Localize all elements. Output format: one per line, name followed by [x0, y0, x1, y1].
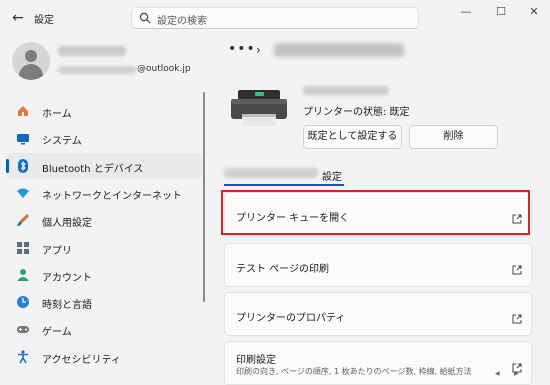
account-email-redacted [58, 66, 136, 74]
external-link-icon [512, 309, 522, 324]
window-title: 設定 [34, 15, 54, 26]
sidebar-item-label: 時刻と言語 [42, 300, 92, 312]
sidebar-item-system[interactable]: システム [6, 125, 202, 151]
system-icon [17, 134, 29, 145]
sidebar-scrollbar[interactable] [203, 92, 205, 302]
external-link-icon [512, 358, 522, 373]
active-indicator [6, 158, 9, 173]
account-name-redacted [58, 46, 126, 56]
sidebar-item-label: ゲーム [42, 327, 72, 339]
sidebar-item-apps[interactable]: アプリ [6, 235, 202, 261]
scroll-left-icon[interactable]: ◀ [495, 370, 500, 377]
card-label: 印刷設定 [236, 355, 276, 366]
sidebar-item-globe-clock[interactable]: 時刻と言語 [6, 289, 202, 315]
tab-settings[interactable]: 設定 [322, 168, 342, 183]
card-printer-properties[interactable]: プリンターのプロパティ [224, 292, 532, 336]
sidebar-item-account[interactable]: アカウント [6, 262, 202, 288]
card-printing-preferences[interactable]: 印刷設定 印刷の向き, ページの順序, 1 枚あたりのページ数, 枠線, 給紙方法 [224, 341, 532, 385]
sidebar-item-home[interactable]: ホーム [6, 98, 202, 124]
bluetooth-icon [18, 158, 28, 173]
breadcrumb-printer-name-redacted [274, 43, 404, 57]
tab-printer-name-redacted [224, 168, 318, 178]
printer-status: プリンターの状態: 既定 [303, 107, 410, 118]
sidebar-item-gamepad[interactable]: ゲーム [6, 316, 202, 342]
sidebar-item-label: 個人用設定 [42, 218, 92, 230]
sidebar-item-label: アプリ [42, 245, 72, 257]
home-icon [18, 106, 28, 116]
avatar[interactable] [12, 42, 50, 80]
back-arrow-icon[interactable]: ← [8, 8, 28, 28]
close-button[interactable]: ✕ [522, 5, 546, 19]
sidebar-item-label: アカウント [42, 272, 92, 284]
sidebar-item-label: ホーム [42, 109, 72, 120]
account-icon [17, 268, 29, 281]
printer-model-redacted [303, 86, 389, 95]
breadcrumb-overflow[interactable]: ••• [228, 41, 256, 57]
sidebar-item-label: システム [42, 136, 82, 148]
search-placeholder: 設定の検索 [157, 16, 207, 27]
sidebar-item-brush[interactable]: 個人用設定 [6, 207, 202, 233]
apps-icon [17, 241, 29, 254]
external-link-icon [512, 260, 522, 275]
title-bar: ← 設定 設定の検索 — ☐ ✕ [0, 0, 550, 36]
set-default-button[interactable]: 既定として設定する [303, 125, 402, 149]
maximize-button[interactable]: ☐ [489, 5, 513, 19]
sidebar-item-label: アクセシビリティ [42, 354, 121, 366]
sidebar-item-label: Bluetooth とデバイス [42, 163, 144, 175]
sidebar-item-bluetooth[interactable]: Bluetooth とデバイス [6, 152, 202, 179]
globe-clock-icon [17, 296, 29, 309]
search-icon [139, 12, 151, 24]
search-input[interactable]: 設定の検索 [131, 7, 419, 29]
breadcrumb-chevron-icon: › [256, 43, 261, 57]
card-label: テスト ページの印刷 [236, 264, 329, 275]
card-description: 印刷の向き, ページの順序, 1 枚あたりのページ数, 枠線, 給紙方法 [236, 367, 472, 376]
wifi-icon [17, 188, 29, 198]
sidebar-item-label: ネットワークとインターネット [42, 190, 182, 202]
accessibility-icon [18, 350, 28, 364]
tab-active-indicator [224, 184, 344, 186]
printer-icon [231, 90, 287, 126]
card-label: プリンターのプロパティ [236, 313, 346, 324]
highlight-box [221, 190, 530, 235]
minimize-button[interactable]: — [454, 5, 478, 19]
account-email-suffix: @outlook.jp [137, 64, 191, 74]
brush-icon [17, 214, 29, 227]
delete-button[interactable]: 削除 [409, 125, 498, 149]
card-print-test-page[interactable]: テスト ページの印刷 [224, 243, 532, 287]
gamepad-icon [17, 326, 29, 334]
sidebar-item-wifi[interactable]: ネットワークとインターネット [6, 180, 202, 206]
sidebar-item-accessibility[interactable]: アクセシビリティ [6, 344, 202, 370]
scroll-right-icon[interactable]: ▶ [514, 370, 519, 377]
